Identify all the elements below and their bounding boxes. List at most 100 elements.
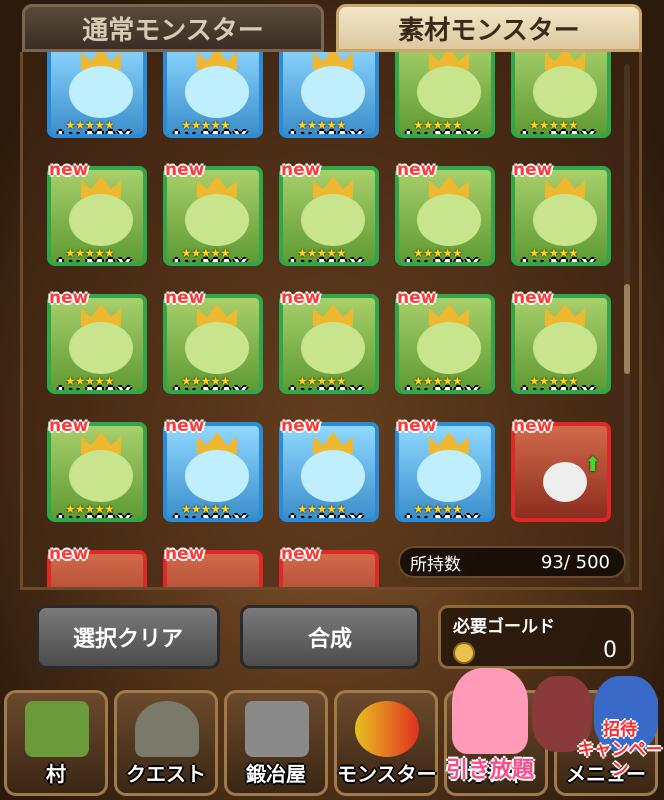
monster-face [301,322,365,374]
monster-card[interactable]: ★★★★★Lv.MAXnew [47,416,147,524]
monster-card[interactable]: ★★★★★Lv.MAX [47,52,147,140]
monster-portrait: ★★★★★Lv.MAX [163,166,263,266]
level-label: Lv.MAX [173,256,247,262]
level-label: Lv.MAX [521,384,595,390]
level-label: Lv.MAX [289,256,363,262]
nav-monster[interactable]: モンスター [334,690,438,796]
required-gold-value: 0 [603,638,617,663]
new-badge: new [397,416,437,436]
campaign-banner[interactable]: 引き放題 招待 キャンペーン [444,668,664,800]
monster-card[interactable]: ★★★★★Lv.MAXnew [279,160,379,268]
nav-quest[interactable]: クエスト [114,690,218,796]
scrollbar-thumb[interactable] [624,284,630,374]
monster-card[interactable]: ⬆ new [511,416,611,524]
new-badge: new [397,288,437,308]
nav-quest-label: クエスト [126,762,206,786]
monster-card[interactable]: ★★★★★Lv.MAXnew [279,288,379,396]
monster-card[interactable]: ★★★★★Lv.MAXnew [511,288,611,396]
monster-face [301,194,365,246]
banner-campaign-text: キャンペーン [577,740,663,780]
monster-portrait: ★★★★★Lv.MAX [395,294,495,394]
monster-card[interactable]: ★★★★★Lv.MAXnew [395,288,495,396]
monster-card[interactable]: ★★★★★Lv.MAXnew [511,160,611,268]
hammer-icon [245,701,309,757]
monster-card[interactable]: ★★★★★Lv.MAXnew [163,160,263,268]
new-badge: new [281,416,321,436]
village-icon [25,701,89,757]
monster-portrait: ⬆ [511,422,611,522]
monster-card[interactable]: ★★★★★Lv.MAXnew [47,160,147,268]
monster-face [69,322,133,374]
monster-portrait: ★★★★★Lv.MAX [47,294,147,394]
monster-card[interactable]: ★★★★★Lv.MAXnew [47,288,147,396]
level-label: Lv.MAX [405,256,479,262]
fuse-button[interactable]: 合成 [240,605,420,669]
gold-coin-icon [453,642,475,664]
level-label: Lv.MAX [173,384,247,390]
monster-face [185,322,249,374]
monster-card[interactable]: new [279,544,379,587]
monster-face [69,66,133,118]
monster-card[interactable]: ★★★★★Lv.MAX [279,52,379,140]
new-badge: new [513,160,553,180]
monster-card[interactable]: ★★★★★Lv.MAXnew [395,160,495,268]
new-badge: new [281,288,321,308]
level-label: Lv.MAX [173,128,247,134]
monster-card[interactable]: ★★★★★Lv.MAX [395,52,495,140]
new-badge: new [397,160,437,180]
tab-normal-monsters[interactable]: 通常モンスター [22,4,324,52]
monster-card[interactable]: ★★★★★Lv.MAXnew [163,288,263,396]
inventory-count: 所持数 93/ 500 [398,546,626,578]
monster-face [69,194,133,246]
scrollbar[interactable] [624,64,630,584]
monster-portrait: ★★★★★Lv.MAX [395,422,495,522]
monsters-icon [355,701,419,757]
new-badge: new [49,544,89,564]
monster-card[interactable]: ★★★★★Lv.MAXnew [279,416,379,524]
new-badge: new [165,288,205,308]
monster-portrait: ★★★★★Lv.MAX [163,294,263,394]
monster-card[interactable]: ★★★★★Lv.MAXnew [395,416,495,524]
monster-face [417,194,481,246]
monster-face [301,450,365,502]
monster-card[interactable]: new [47,544,147,587]
level-label: Lv.MAX [405,128,479,134]
monster-card[interactable]: ★★★★★Lv.MAX [511,52,611,140]
monster-portrait: ★★★★★Lv.MAX [279,52,379,138]
monster-portrait: ★★★★★Lv.MAX [395,52,495,138]
clear-selection-button[interactable]: 選択クリア [36,605,220,669]
monster-face [185,66,249,118]
level-label: Lv.MAX [57,384,131,390]
monster-portrait: ★★★★★Lv.MAX [163,422,263,522]
monster-card[interactable]: ★★★★★Lv.MAX [163,52,263,140]
nav-blacksmith[interactable]: 鍛冶屋 [224,690,328,796]
monster-face [417,450,481,502]
monster-portrait: ★★★★★Lv.MAX [279,166,379,266]
inventory-count-value: 93/ 500 [540,551,610,573]
new-badge: new [49,416,89,436]
monster-card[interactable]: ★★★★★Lv.MAXnew [163,416,263,524]
monster-card[interactable]: new [163,544,263,587]
new-badge: new [281,160,321,180]
monster-face [533,66,597,118]
new-badge: new [513,288,553,308]
level-label: Lv.MAX [521,256,595,262]
monster-portrait: ★★★★★Lv.MAX [163,52,263,138]
level-label: Lv.MAX [521,128,595,134]
monster-face [301,66,365,118]
new-badge: new [49,160,89,180]
tab-material-monsters[interactable]: 素材モンスター [336,4,642,52]
banner-invite-campaign-text: 招待 キャンペーン [576,720,664,780]
nav-village-label: 村 [46,762,66,786]
banner-invite-text: 招待 [603,720,637,740]
monster-portrait: ★★★★★Lv.MAX [511,52,611,138]
monster-face [417,66,481,118]
monster-portrait: ★★★★★Lv.MAX [511,294,611,394]
banner-unlimited-text: 引き放題 [446,758,535,783]
nav-village[interactable]: 村 [4,690,108,796]
monster-face [533,194,597,246]
monster-portrait: ★★★★★Lv.MAX [395,166,495,266]
level-label: Lv.MAX [57,512,131,518]
monster-list-panel[interactable]: ★★★★★Lv.MAX★★★★★Lv.MAX★★★★★Lv.MAX★★★★★Lv… [20,52,642,590]
new-badge: new [513,416,553,436]
